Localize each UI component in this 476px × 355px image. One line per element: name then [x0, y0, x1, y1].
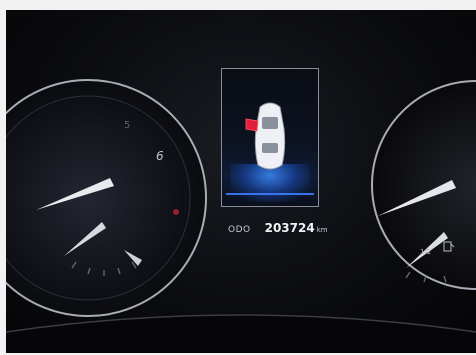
fuel-half-label: 1/2	[420, 248, 431, 256]
car-icon	[254, 102, 286, 170]
tach-number-6: 6	[156, 149, 164, 163]
odometer: ODO 203724 km	[228, 221, 328, 239]
odometer-value: 203724	[264, 221, 315, 235]
odometer-label: ODO	[228, 225, 251, 235]
left-gauge: 5 6	[6, 79, 207, 317]
car-door-diagram	[245, 102, 286, 170]
open-door-warning-icon	[245, 118, 259, 132]
instrument-cluster-photo: 5 6 1/2 ODO 203724 km	[6, 10, 476, 353]
right-gauge: 1/2	[371, 80, 476, 290]
center-info-display	[221, 68, 319, 207]
odometer-unit: km	[316, 226, 328, 234]
dashboard-hood	[6, 315, 476, 353]
tach-number-5: 5	[124, 120, 130, 131]
